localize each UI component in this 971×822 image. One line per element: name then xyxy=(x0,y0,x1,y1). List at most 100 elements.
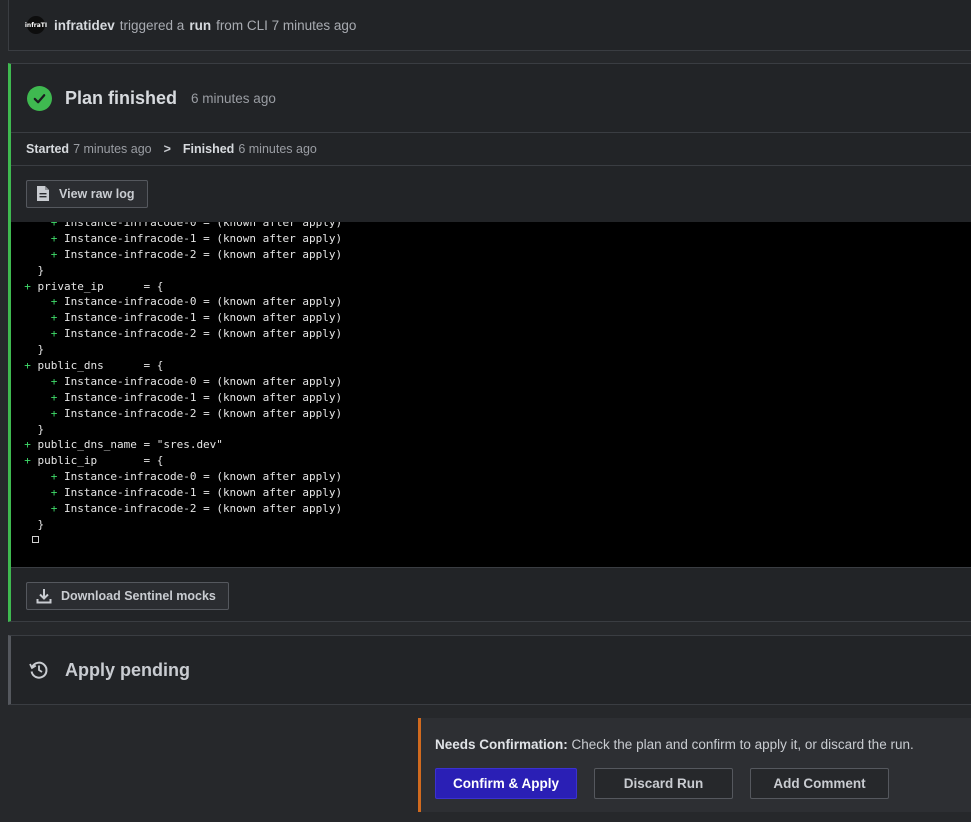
log-indent xyxy=(11,248,51,261)
download-sentinel-mocks-button[interactable]: Download Sentinel mocks xyxy=(26,581,229,610)
log-lines: + Instance-infracode-0 = (known after ap… xyxy=(11,222,342,533)
log-indent xyxy=(11,391,51,404)
confirm-apply-button[interactable]: Confirm & Apply xyxy=(435,768,577,799)
log-line: + Instance-infracode-1 = (known after ap… xyxy=(11,390,342,406)
finished-value: 6 minutes ago xyxy=(238,142,317,156)
log-text: public_dns_name = "sres.dev" xyxy=(30,438,223,452)
log-text: } xyxy=(37,517,45,531)
timing-separator: > xyxy=(163,142,171,156)
log-line: + Instance-infracode-2 = (known after ap… xyxy=(11,406,342,422)
plan-title: Plan finished xyxy=(65,87,178,108)
log-indent xyxy=(11,438,24,451)
plan-timing: Started 7 minutes ago > Finished 6 minut… xyxy=(11,133,971,166)
download-icon xyxy=(36,588,52,604)
discard-run-button[interactable]: Discard Run xyxy=(594,768,733,799)
log-indent xyxy=(11,295,51,308)
log-text: Instance-infracode-1 = (known after appl… xyxy=(57,231,343,245)
plan-header[interactable]: Plan finished 6 minutes ago xyxy=(11,64,971,133)
log-line: + public_dns = { xyxy=(11,358,342,374)
confirmation-text: Check the plan and confirm to apply it, … xyxy=(571,737,914,752)
log-line: + Instance-infracode-0 = (known after ap… xyxy=(11,374,342,390)
log-text: Instance-infracode-1 = (known after appl… xyxy=(57,311,343,325)
log-indent xyxy=(11,454,24,467)
confirmation-label: Needs Confirmation: xyxy=(435,737,568,752)
plan-time-ago: 6 minutes ago xyxy=(191,90,276,106)
log-text: Instance-infracode-0 = (known after appl… xyxy=(57,470,343,484)
log-plus-marker: + xyxy=(24,279,31,293)
log-text: Instance-infracode-2 = (known after appl… xyxy=(57,327,343,341)
log-line: + Instance-infracode-0 = (known after ap… xyxy=(11,294,342,310)
log-indent xyxy=(11,311,51,324)
log-line: } xyxy=(11,342,342,358)
log-text: Instance-infracode-0 = (known after appl… xyxy=(57,374,343,388)
log-plus-marker: + xyxy=(24,359,31,373)
log-indent xyxy=(11,280,24,293)
log-indent xyxy=(11,375,51,388)
log-indent xyxy=(11,502,51,515)
log-text: private_ip = { xyxy=(30,279,164,293)
log-line: + Instance-infracode-1 = (known after ap… xyxy=(11,485,342,501)
log-text: } xyxy=(37,343,45,357)
log-line: + Instance-infracode-1 = (known after ap… xyxy=(11,310,342,326)
plan-log-output[interactable]: + Instance-infracode-0 = (known after ap… xyxy=(11,222,971,567)
log-indent xyxy=(11,407,51,420)
trigger-text: triggered a xyxy=(119,17,185,33)
apply-title: Apply pending xyxy=(65,659,190,680)
log-line: } xyxy=(11,422,342,438)
confirmation-message: Needs Confirmation: Check the plan and c… xyxy=(435,737,914,752)
plan-card: Plan finished 6 minutes ago Started 7 mi… xyxy=(8,63,971,622)
avatar[interactable]: infraTI xyxy=(25,16,47,34)
log-text: } xyxy=(37,263,45,277)
log-indent xyxy=(11,423,38,436)
log-text: Instance-infracode-1 = (known after appl… xyxy=(57,486,343,500)
download-label: Download Sentinel mocks xyxy=(61,588,216,603)
log-indent xyxy=(11,222,51,229)
log-indent xyxy=(11,264,38,277)
plan-toolbar: View raw log xyxy=(11,166,971,221)
started-label: Started xyxy=(26,142,70,156)
log-line: + private_ip = { xyxy=(11,279,342,295)
log-line: + Instance-infracode-1 = (known after ap… xyxy=(11,231,342,247)
log-line: } xyxy=(11,517,342,533)
log-indent xyxy=(11,518,38,531)
log-text: } xyxy=(37,422,45,436)
log-line: + Instance-infracode-2 = (known after ap… xyxy=(11,501,342,517)
log-text: Instance-infracode-2 = (known after appl… xyxy=(57,406,343,420)
log-indent xyxy=(11,486,51,499)
trigger-card: infraTI infratidev triggered a run from … xyxy=(8,0,971,51)
log-text: Instance-infracode-2 = (known after appl… xyxy=(57,247,343,261)
finished-label: Finished xyxy=(182,142,235,156)
check-circle-icon xyxy=(27,85,52,111)
log-text: Instance-infracode-2 = (known after appl… xyxy=(57,502,343,516)
log-line: + Instance-infracode-2 = (known after ap… xyxy=(11,326,342,342)
log-indent xyxy=(11,343,38,356)
log-text: Instance-infracode-1 = (known after appl… xyxy=(57,390,343,404)
log-line: + public_dns_name = "sres.dev" xyxy=(11,437,342,453)
clock-history-icon xyxy=(29,660,49,680)
plan-footer: Download Sentinel mocks xyxy=(11,567,971,623)
trigger-user-link[interactable]: infratidev xyxy=(54,18,115,33)
apply-card[interactable]: Apply pending xyxy=(8,635,971,705)
log-text: Instance-infracode-0 = (known after appl… xyxy=(57,222,343,229)
log-line: + Instance-infracode-0 = (known after ap… xyxy=(11,469,342,485)
log-indent xyxy=(11,232,51,245)
log-text: public_dns = { xyxy=(30,359,164,373)
log-plus-marker: + xyxy=(24,454,31,468)
view-raw-log-label: View raw log xyxy=(59,186,135,201)
log-cursor xyxy=(32,536,39,543)
confirmation-panel: Needs Confirmation: Check the plan and c… xyxy=(418,718,971,812)
trigger-row: infraTI infratidev triggered a run from … xyxy=(25,16,357,34)
trigger-run-link[interactable]: run xyxy=(189,18,211,33)
log-indent xyxy=(11,359,24,372)
add-comment-button[interactable]: Add Comment xyxy=(750,768,889,799)
trigger-source-text: from CLI 7 minutes ago xyxy=(216,17,357,33)
log-text: public_ip = { xyxy=(30,454,164,468)
log-text: Instance-infracode-0 = (known after appl… xyxy=(57,295,343,309)
log-line: + public_ip = { xyxy=(11,453,342,469)
document-icon xyxy=(36,185,50,202)
log-indent xyxy=(11,327,51,340)
log-indent xyxy=(11,470,51,483)
view-raw-log-button[interactable]: View raw log xyxy=(26,179,148,208)
log-line: + Instance-infracode-0 = (known after ap… xyxy=(11,222,342,231)
log-line: } xyxy=(11,263,342,279)
